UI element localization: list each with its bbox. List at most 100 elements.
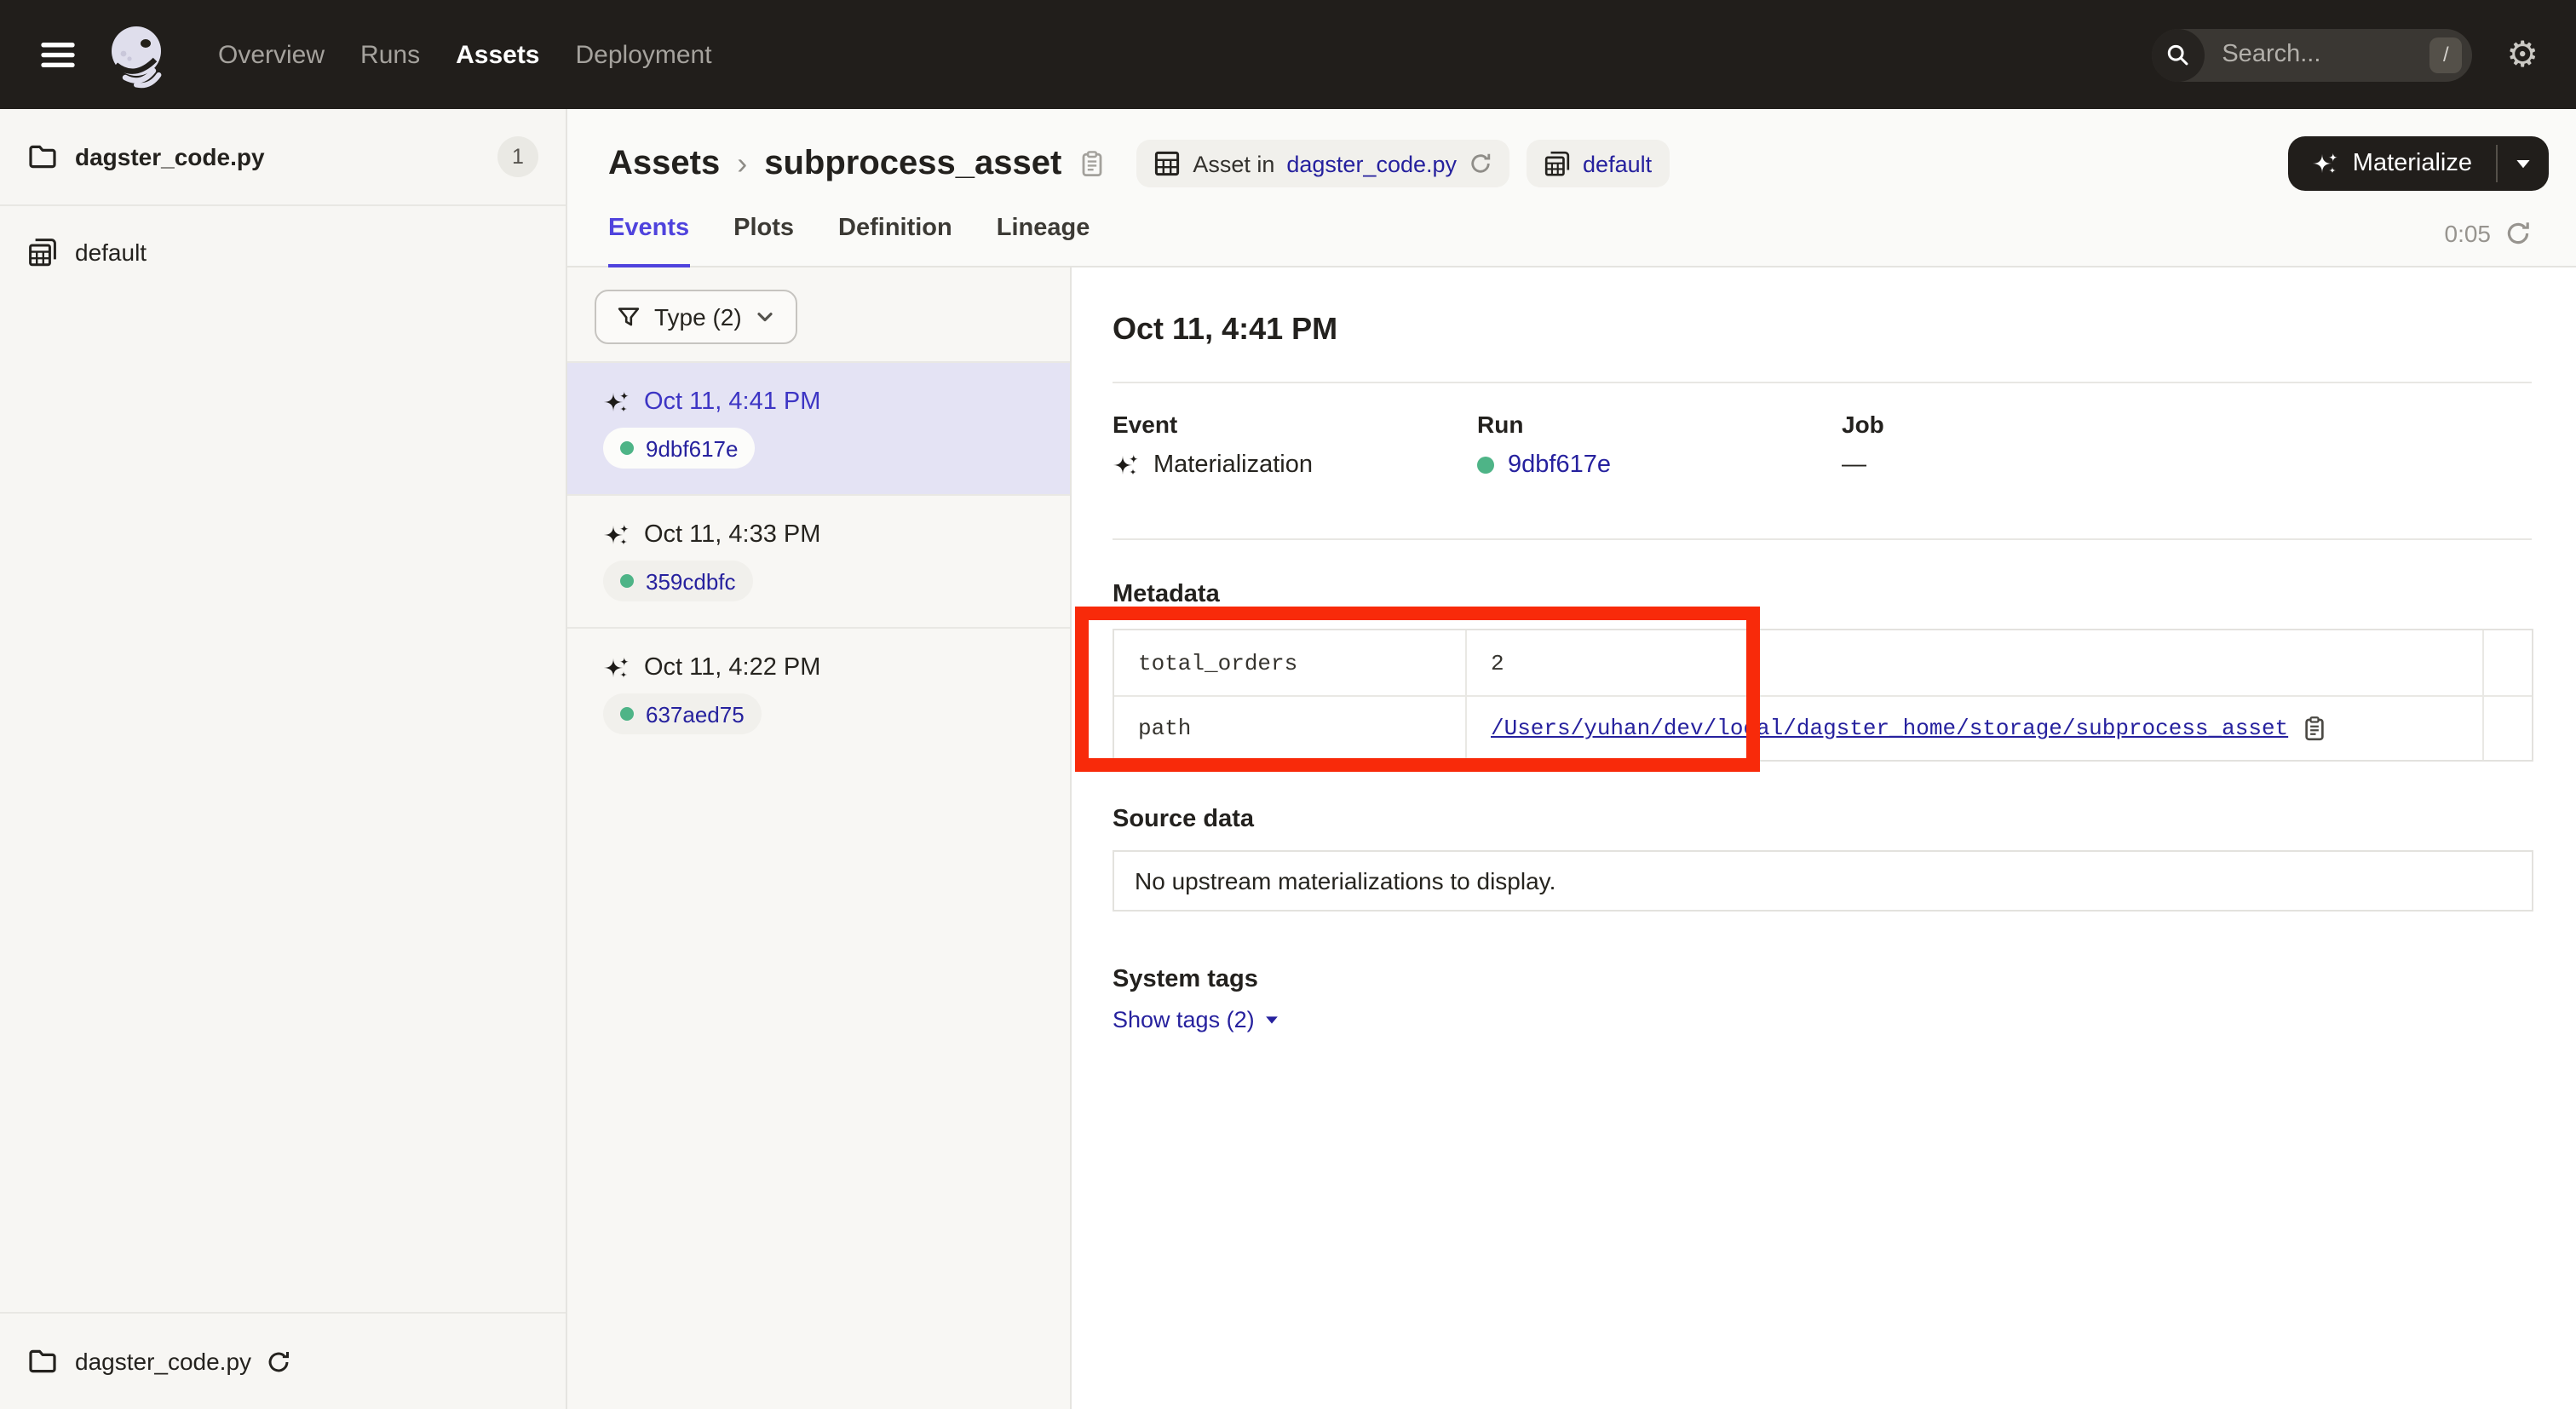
materialization-sparkle-icon [2312,150,2339,177]
reload-location-icon[interactable] [1469,152,1492,175]
reload-icon[interactable] [265,1349,290,1374]
metadata-extra-cell [2484,697,2532,760]
asset-in-label: Asset in [1193,151,1274,176]
refresh-icon[interactable] [2504,220,2532,247]
asset-group-icon [1544,150,1571,177]
refresh-countdown: 0:05 [2445,220,2492,247]
sidebar-item-code-location[interactable]: dagster_code.py 1 [0,109,566,206]
breadcrumb: Assets › subprocess_asset Asset in [567,109,2576,191]
page-title: subprocess_asset [764,144,1061,183]
run-status-dot [620,574,634,588]
event-list-item[interactable]: Oct 11, 4:22 PM 637aed75 [567,627,1070,760]
asset-group-link[interactable]: default [1583,151,1652,176]
breadcrumb-separator: › [737,146,747,181]
sidebar-item-label: default [75,239,147,266]
divider [1113,538,2532,540]
tab-events[interactable]: Events [608,215,689,267]
run-id-pill[interactable]: 9dbf617e [603,428,755,469]
events-list-panel: Type (2) Oct 11, 4:41 PM [567,267,1072,1409]
event-type-value: Materialization [1153,451,1313,479]
metadata-key: path [1114,697,1467,760]
gear-icon[interactable]: ⚙ [2506,37,2539,72]
path-link[interactable]: /Users/yuhan/dev/local/dagster_home/stor… [1491,716,2288,741]
search-input[interactable] [2218,39,2406,70]
run-id-pill[interactable]: 359cdbfc [603,561,753,601]
dagster-app: Overview Runs Assets Deployment / ⚙ [0,0,2576,1409]
event-column: Event Materialization [1113,411,1477,479]
tab-plots[interactable]: Plots [733,215,794,267]
event-timestamp: Oct 11, 4:33 PM [644,521,820,549]
tab-definition[interactable]: Definition [838,215,952,267]
run-column: Run 9dbf617e [1477,411,1842,479]
system-tags-heading: System tags [1113,966,2532,993]
materialize-button-group: Materialize [2288,136,2549,191]
materialize-dropdown-button[interactable] [2498,136,2549,191]
job-grid-icon [1153,150,1181,177]
nav-item-overview[interactable]: Overview [215,30,328,79]
materialization-icon [603,654,630,681]
source-data-heading: Source data [1113,806,2532,833]
search-box[interactable]: / [2152,28,2472,81]
dagster-logo-icon[interactable] [102,20,170,89]
hamburger-menu-icon[interactable] [37,34,78,75]
main-area: Assets › subprocess_asset Asset in [567,109,2576,1409]
job-column: Job — [1842,411,2532,479]
nav-item-deployment[interactable]: Deployment [572,30,716,79]
metadata-row: path /Users/yuhan/dev/local/dagster_home… [1114,695,2532,760]
breadcrumb-assets-link[interactable]: Assets [608,144,720,183]
event-column-label: Event [1113,411,1477,438]
materialize-button-label: Materialize [2353,150,2472,177]
show-tags-label: Show tags (2) [1113,1007,1255,1032]
materialization-icon [1113,451,1140,479]
event-timestamp: Oct 11, 4:41 PM [644,388,820,416]
run-id-pill[interactable]: 637aed75 [603,693,762,734]
refresh-timer: 0:05 [2445,220,2533,247]
top-nav-items: Overview Runs Assets Deployment [215,30,716,79]
materialization-icon [603,521,630,549]
event-list-item[interactable]: Oct 11, 4:41 PM 9dbf617e [567,361,1070,494]
run-status-dot [1477,457,1494,474]
run-id-link[interactable]: 9dbf617e [1508,451,1611,479]
tab-lineage[interactable]: Lineage [997,215,1090,267]
sidebar-code-location-footer[interactable]: dagster_code.py [0,1312,566,1409]
asset-group-icon [27,237,58,267]
caret-down-icon [2515,155,2532,172]
code-location-link[interactable]: dagster_code.py [1286,151,1457,176]
metadata-row: total_orders 2 [1114,630,2532,695]
run-id-link[interactable]: 637aed75 [646,701,745,727]
type-filter-button[interactable]: Type (2) [595,290,798,344]
asset-header: Assets › subprocess_asset Asset in [567,109,2576,267]
sidebar-item-default-group[interactable]: default [0,237,566,267]
metadata-extra-cell [2484,630,2532,695]
event-detail-title: Oct 11, 4:41 PM [1113,312,2532,348]
metadata-key: total_orders [1114,630,1467,695]
job-column-label: Job [1842,411,2532,438]
run-id-link[interactable]: 359cdbfc [646,568,736,594]
event-timestamp: Oct 11, 4:22 PM [644,654,820,681]
asset-count-badge: 1 [497,136,538,177]
asset-group-badge: default [1527,140,1669,187]
nav-item-assets[interactable]: Assets [452,30,543,79]
search-shortcut-key: / [2429,37,2462,72]
asset-tabs: Events Plots Definition Lineage 0:05 [567,191,2576,267]
run-status-dot [620,441,634,455]
nav-item-runs[interactable]: Runs [357,30,423,79]
left-sidebar: dagster_code.py 1 default dagster_code.p… [0,109,567,1409]
filter-funnel-icon [617,305,641,329]
events-filter-area: Type (2) [567,267,1070,361]
materialize-button[interactable]: Materialize [2288,136,2496,191]
top-nav-right: / ⚙ [2152,28,2539,81]
divider [1113,382,2532,383]
run-id-link[interactable]: 9dbf617e [646,435,738,461]
event-detail-panel: Oct 11, 4:41 PM Event Materialization [1072,267,2576,1409]
search-icon [2165,42,2191,67]
folder-icon [27,1346,58,1377]
run-status-dot [620,707,634,721]
copy-path-icon[interactable] [2302,716,2327,741]
chevron-down-icon [756,307,776,327]
show-tags-toggle[interactable]: Show tags (2) [1113,1007,1280,1032]
sidebar-item-label: dagster_code.py [75,143,265,170]
copy-asset-name-icon[interactable] [1078,150,1106,177]
metadata-table: total_orders 2 path /Users/yuhan/dev/loc… [1113,629,2533,762]
event-list-item[interactable]: Oct 11, 4:33 PM 359cdbfc [567,494,1070,627]
